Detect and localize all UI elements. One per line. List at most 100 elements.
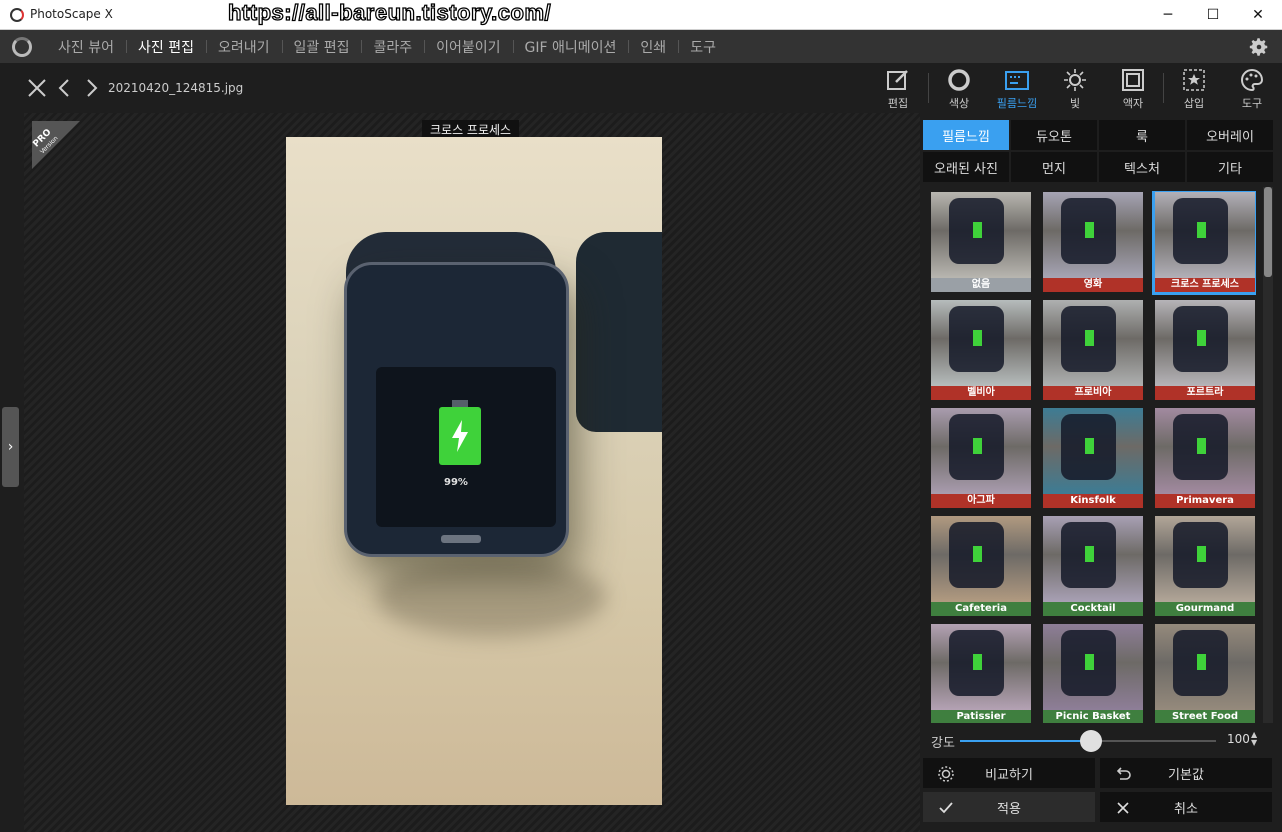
- tool-color-label: 색상: [948, 97, 970, 110]
- filter-thumbnail[interactable]: Gourmand: [1155, 516, 1255, 616]
- category-duotone[interactable]: 듀오톤: [1011, 120, 1097, 150]
- color-circle-icon: [948, 69, 970, 91]
- category-look[interactable]: 룩: [1099, 120, 1185, 150]
- category-texture[interactable]: 텍스처: [1099, 152, 1185, 182]
- editor-toolbar: 20210420_124815.jpg 편집 색상 필름느낌 빛 액자 삽입 도…: [0, 63, 1282, 113]
- filter-thumbnail[interactable]: 없음: [931, 192, 1031, 292]
- menu-tabs: 사진 뷰어 사진 편집 오려내기 일괄 편집 콜라주 이어붙이기 GIF 애니메…: [46, 30, 728, 63]
- tab-photo-editor[interactable]: 사진 편집: [125, 37, 206, 57]
- tool-light[interactable]: 빛: [1050, 67, 1100, 111]
- tool-frame-label: 액자: [1122, 97, 1144, 110]
- tool-insert[interactable]: 삽입: [1169, 67, 1219, 111]
- filter-thumbnail[interactable]: Kinsfolk: [1043, 408, 1143, 508]
- filter-label: Street Food: [1155, 710, 1255, 723]
- tab-tools[interactable]: 도구: [678, 37, 728, 57]
- tab-print[interactable]: 인쇄: [628, 37, 678, 57]
- filter-preview-image: [931, 408, 1031, 494]
- filter-preview-image: [931, 300, 1031, 386]
- apply-label: 적용: [997, 801, 1021, 817]
- thumbnail-scrollbar[interactable]: [1263, 187, 1273, 723]
- filter-thumbnail[interactable]: Cafeteria: [931, 516, 1031, 616]
- palette-icon: [1241, 68, 1264, 92]
- filter-preview-image: [931, 516, 1031, 602]
- undo-icon: [1116, 767, 1131, 780]
- tool-frame[interactable]: 액자: [1108, 67, 1158, 111]
- scrollbar-thumb[interactable]: [1264, 187, 1272, 277]
- filter-category-grid: 필름느낌 듀오톤 룩 오버레이 오래된 사진 먼지 텍스처 기타: [923, 120, 1273, 184]
- compare-label: 비교하기: [985, 767, 1033, 783]
- filter-thumbnail[interactable]: Patissier: [931, 624, 1031, 723]
- photoscape-logo-icon[interactable]: [12, 37, 32, 57]
- strength-spinner-icon[interactable]: ▲ ▼: [1251, 731, 1257, 747]
- filter-preview-image: [1043, 624, 1143, 710]
- apply-button[interactable]: 적용: [923, 792, 1095, 822]
- photo-battery-cap: [452, 400, 468, 407]
- filter-preview-image: [1043, 300, 1143, 386]
- photo-battery-percent: 99%: [444, 477, 468, 488]
- filter-thumbnail[interactable]: 크로스 프로세스: [1152, 191, 1256, 295]
- filter-thumbnail[interactable]: 포르트라: [1155, 300, 1255, 400]
- settings-gear-icon[interactable]: [1248, 36, 1270, 58]
- reset-button[interactable]: 기본값: [1100, 758, 1272, 788]
- filter-thumbnail[interactable]: 영화: [1043, 192, 1143, 292]
- tool-divider: [1163, 73, 1164, 103]
- tool-color[interactable]: 색상: [934, 67, 984, 111]
- filter-label: Cocktail: [1043, 602, 1143, 616]
- insert-star-icon: [1183, 69, 1205, 91]
- filter-preview-image: [1043, 192, 1143, 278]
- tab-combine[interactable]: 이어붙이기: [424, 37, 512, 57]
- filter-preview-image: [931, 192, 1031, 278]
- maximize-button[interactable]: ☐: [1190, 0, 1236, 30]
- filter-label: 포르트라: [1155, 386, 1255, 400]
- category-overlay[interactable]: 오버레이: [1187, 120, 1273, 150]
- filter-preview-image: [1043, 408, 1143, 494]
- category-film[interactable]: 필름느낌: [923, 120, 1009, 150]
- strength-label: 강도: [931, 736, 955, 751]
- minimize-button[interactable]: ─: [1145, 0, 1191, 30]
- strength-value[interactable]: 100: [1227, 732, 1250, 746]
- category-other[interactable]: 기타: [1187, 152, 1273, 182]
- tab-gif[interactable]: GIF 애니메이션: [512, 37, 629, 57]
- close-window-button[interactable]: ✕: [1235, 0, 1281, 30]
- main-menu-bar: 사진 뷰어 사진 편집 오려내기 일괄 편집 콜라주 이어붙이기 GIF 애니메…: [0, 30, 1282, 63]
- tab-batch[interactable]: 일괄 편집: [281, 37, 362, 57]
- compare-button[interactable]: 비교하기: [923, 758, 1095, 788]
- edited-photo[interactable]: 99%: [286, 137, 662, 805]
- tool-tools[interactable]: 도구: [1227, 67, 1277, 111]
- filter-thumbnail[interactable]: 벨비아: [931, 300, 1031, 400]
- tab-collage[interactable]: 콜라주: [361, 37, 424, 57]
- photo-background-object: [576, 232, 662, 432]
- tool-film[interactable]: 필름느낌: [992, 67, 1042, 111]
- tab-photo-viewer[interactable]: 사진 뷰어: [46, 37, 126, 57]
- close-icon[interactable]: [26, 77, 48, 99]
- filter-label: 크로스 프로세스: [1155, 278, 1255, 292]
- expand-sidebar-handle[interactable]: ›: [2, 407, 19, 487]
- chevron-right-icon: ›: [7, 439, 14, 455]
- previous-icon[interactable]: [54, 77, 76, 99]
- filter-thumbnail[interactable]: Primavera: [1155, 408, 1255, 508]
- strength-slider-knob[interactable]: [1079, 730, 1102, 752]
- tool-edit[interactable]: 편집: [873, 67, 923, 111]
- tab-cut-out[interactable]: 오려내기: [205, 37, 282, 57]
- filter-preview-image: [1155, 300, 1255, 386]
- cancel-button[interactable]: 취소: [1100, 792, 1272, 822]
- filter-label: Kinsfolk: [1043, 494, 1143, 508]
- cancel-x-icon: [1117, 802, 1129, 814]
- filter-label: 영화: [1043, 278, 1143, 292]
- title-bar: PhotoScape X https://all-bareun.tistory.…: [0, 0, 1282, 30]
- photo-watch-home-button: [441, 535, 481, 543]
- category-old-photo[interactable]: 오래된 사진: [923, 152, 1009, 182]
- filter-thumbnail[interactable]: Cocktail: [1043, 516, 1143, 616]
- filter-thumbnail[interactable]: Picnic Basket: [1043, 624, 1143, 723]
- edit-icon: [887, 70, 908, 90]
- filter-thumbnail[interactable]: Street Food: [1155, 624, 1255, 723]
- filter-label: Patissier: [931, 710, 1031, 723]
- filter-label: Gourmand: [1155, 602, 1255, 616]
- pro-version-badge: PRO Version: [32, 121, 80, 169]
- filter-thumbnail[interactable]: 프로비아: [1043, 300, 1143, 400]
- frame-icon: [1122, 69, 1144, 91]
- filter-label: 없음: [931, 278, 1031, 292]
- filter-thumbnail[interactable]: 아그파: [931, 408, 1031, 508]
- next-icon[interactable]: [80, 77, 102, 99]
- category-dust[interactable]: 먼지: [1011, 152, 1097, 182]
